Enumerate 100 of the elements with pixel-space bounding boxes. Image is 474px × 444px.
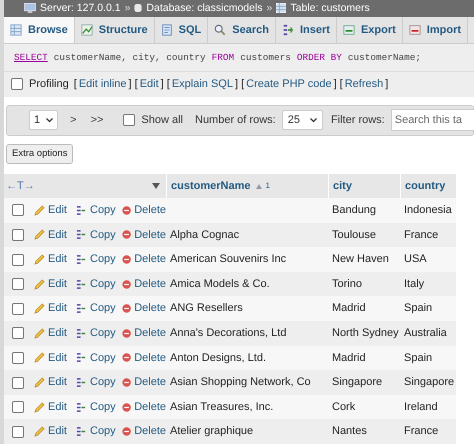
- copy-link[interactable]: Copy: [90, 350, 116, 366]
- table-cell: Anton Designs, Ltd.: [170, 352, 266, 364]
- sort-order: 1: [265, 180, 270, 192]
- delete-link[interactable]: Delete: [134, 423, 166, 440]
- copy-link[interactable]: Copy: [90, 423, 116, 440]
- copy-link[interactable]: Copy: [90, 398, 116, 416]
- database-icon: [134, 3, 142, 14]
- checkbox[interactable]: [12, 278, 24, 290]
- delete-link[interactable]: Delete: [134, 398, 166, 416]
- checkbox[interactable]: [12, 426, 24, 438]
- chart-icon: [80, 24, 93, 36]
- table-icon: [276, 3, 286, 14]
- edit-link[interactable]: Edit: [48, 325, 67, 342]
- delete-link[interactable]: Delete: [134, 226, 166, 244]
- table-cell: Spain: [404, 352, 432, 364]
- action-link[interactable]: Create PHP code: [246, 76, 332, 93]
- checkbox[interactable]: [123, 114, 136, 126]
- table-cell: USA: [404, 253, 427, 266]
- table-cell: Madrid: [332, 352, 366, 364]
- table-cell: Asian Shopping Network, Co: [170, 376, 311, 388]
- copy-link[interactable]: Copy: [90, 276, 116, 292]
- breadcrumb-link[interactable]: Database: classicmodels: [146, 0, 263, 16]
- caret-icon: [46, 118, 54, 123]
- pencil-icon: [34, 254, 45, 266]
- document-icon: [160, 24, 173, 36]
- table-cell: Italy: [404, 278, 424, 290]
- bracket-text: ] [: [234, 77, 244, 92]
- server-icon: [24, 3, 36, 14]
- edit-link[interactable]: Edit: [48, 276, 67, 292]
- checkbox[interactable]: [12, 352, 24, 364]
- copy-link[interactable]: Copy: [90, 300, 116, 317]
- edit-link[interactable]: Edit: [48, 423, 67, 440]
- action-link[interactable]: Edit: [140, 76, 159, 93]
- last-page-button[interactable]: >>: [88, 112, 106, 129]
- extra-options-button[interactable]: Extra options: [6, 144, 74, 164]
- delete-link[interactable]: Delete: [134, 350, 166, 366]
- pencil-icon: [34, 229, 45, 240]
- move-columns-control[interactable]: ←T→: [4, 178, 166, 194]
- action-link[interactable]: Explain SQL: [172, 76, 233, 93]
- table-cell: France: [404, 228, 438, 241]
- checkbox[interactable]: [11, 78, 23, 90]
- table-cell: Anna's Decorations, Ltd: [170, 327, 286, 340]
- delete-icon: [122, 229, 132, 240]
- import-icon: [408, 24, 421, 36]
- breadcrumb-link[interactable]: Server: 127.0.0.1: [40, 0, 121, 16]
- delete-link[interactable]: Delete: [134, 251, 166, 268]
- rows-select[interactable]: 25: [282, 110, 323, 130]
- table-cell: Asian Treasures, Inc.: [170, 400, 274, 413]
- checkbox[interactable]: [12, 401, 24, 414]
- delete-icon: [122, 352, 132, 364]
- delete-link[interactable]: Delete: [134, 325, 166, 342]
- pencil-icon: [34, 352, 45, 364]
- next-page-button[interactable]: >: [64, 112, 83, 129]
- table-cell: Torino: [332, 278, 362, 290]
- pencil-icon: [34, 377, 45, 388]
- edit-link[interactable]: Edit: [48, 300, 67, 317]
- insert-icon: [76, 204, 87, 216]
- checkbox[interactable]: [12, 376, 24, 389]
- table-cell: Amica Models & Co.: [170, 278, 270, 290]
- delete-icon: [122, 278, 132, 290]
- breadcrumb-separator: »: [124, 0, 130, 16]
- edit-link[interactable]: Edit: [48, 202, 67, 219]
- delete-link[interactable]: Delete: [134, 300, 166, 317]
- filter-label: Filter rows:: [330, 113, 385, 128]
- checkbox[interactable]: [12, 254, 24, 266]
- tab[interactable]: SQL: [154, 16, 208, 44]
- page-select[interactable]: 1: [29, 110, 58, 130]
- copy-link[interactable]: Copy: [90, 325, 116, 342]
- action-link[interactable]: Refresh: [344, 76, 384, 93]
- dropdown-icon[interactable]: [152, 183, 160, 190]
- delete-link[interactable]: Delete: [134, 202, 166, 219]
- edit-link[interactable]: Edit: [48, 374, 67, 391]
- edit-link[interactable]: Edit: [48, 350, 67, 366]
- table-icon: [10, 24, 22, 36]
- table-cell: Atelier graphique: [170, 425, 254, 438]
- bracket-text: ] [: [160, 77, 170, 92]
- edit-link[interactable]: Edit: [48, 251, 67, 268]
- checkbox[interactable]: [12, 327, 24, 340]
- insert-icon: [282, 24, 294, 36]
- filter-field[interactable]: Search this ta: [390, 109, 474, 132]
- edit-link[interactable]: Edit: [48, 398, 67, 416]
- breadcrumb-link[interactable]: Table: customers: [290, 0, 370, 16]
- pencil-icon: [34, 402, 45, 413]
- table-cell: France: [404, 425, 438, 438]
- action-link[interactable]: Edit inline: [78, 76, 127, 93]
- checkbox[interactable]: [12, 228, 24, 241]
- delete-link[interactable]: Delete: [134, 276, 166, 292]
- copy-link[interactable]: Copy: [90, 251, 116, 268]
- insert-icon: [76, 328, 87, 339]
- checkbox[interactable]: [12, 302, 24, 315]
- copy-link[interactable]: Copy: [90, 374, 116, 391]
- insert-icon: [76, 278, 87, 290]
- insert-icon: [76, 254, 87, 266]
- tab[interactable]: Browse: [4, 16, 75, 44]
- export-icon: [342, 24, 355, 36]
- edit-link[interactable]: Edit: [48, 226, 67, 244]
- checkbox[interactable]: [12, 204, 24, 216]
- copy-link[interactable]: Copy: [90, 226, 116, 244]
- delete-link[interactable]: Delete: [134, 374, 166, 391]
- copy-link[interactable]: Copy: [90, 202, 116, 219]
